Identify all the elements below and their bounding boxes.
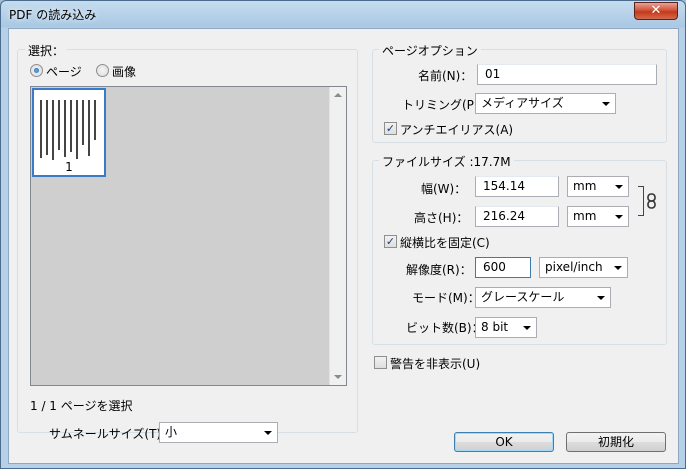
crop-value: メディアサイズ <box>481 96 564 110</box>
thumb-size-value: 小 <box>165 425 178 439</box>
suppress-warnings-label[interactable]: 警告を非表示(U) <box>390 355 480 372</box>
chevron-down-icon <box>614 266 622 270</box>
chevron-down-icon <box>615 185 623 189</box>
scroll-up-icon[interactable] <box>334 93 342 97</box>
name-field[interactable]: 01 <box>477 64 657 85</box>
height-label: 高さ(H)： <box>414 211 469 225</box>
page-thumbnail[interactable]: 1 <box>32 88 106 177</box>
resolution-field[interactable]: 600 <box>475 257 531 278</box>
page-preview <box>38 93 100 160</box>
ok-button[interactable]: OK <box>454 432 554 452</box>
constrain-checkbox[interactable]: ✓ <box>384 235 397 248</box>
crop-select[interactable]: メディアサイズ <box>475 93 616 114</box>
mode-label: モード(M)： <box>412 291 480 305</box>
selection-group-title: 選択： <box>25 42 68 59</box>
thumbnail-list[interactable]: 1 <box>30 86 347 386</box>
reset-button[interactable]: 初期化 <box>566 432 666 452</box>
width-field[interactable]: 154.14 <box>475 176 559 197</box>
chevron-down-icon <box>523 326 531 330</box>
close-button[interactable]: ✕ <box>634 2 678 20</box>
chevron-down-icon <box>264 431 272 435</box>
chevron-down-icon <box>602 102 610 106</box>
width-unit-select[interactable]: mm <box>567 176 629 197</box>
link-icon[interactable] <box>646 193 658 209</box>
image-radio[interactable] <box>96 64 109 77</box>
page-number-label: 1 <box>65 160 73 174</box>
bits-label: ビット数(B)： <box>406 321 484 335</box>
constrain-label[interactable]: 縦横比を固定(C) <box>400 234 490 251</box>
chevron-down-icon <box>597 296 605 300</box>
page-radio[interactable] <box>30 64 43 77</box>
image-radio-label[interactable]: 画像 <box>112 63 136 80</box>
page-options-title: ページオプション <box>379 42 481 59</box>
scroll-down-icon[interactable] <box>334 375 342 379</box>
selection-status: 1 / 1 ページを選択 <box>30 399 133 413</box>
height-field[interactable]: 216.24 <box>475 206 559 227</box>
suppress-warnings-checkbox[interactable] <box>374 356 387 369</box>
antialias-checkbox[interactable]: ✓ <box>384 122 397 135</box>
constrain-bracket <box>638 186 644 216</box>
chevron-down-icon <box>615 215 623 219</box>
thumb-size-label: サムネールサイズ(T)： <box>49 427 174 441</box>
image-size-title: ファイルサイズ :17.7M <box>379 153 514 170</box>
title-bar[interactable]: PDF の読み込み ✕ <box>1 1 685 27</box>
resolution-unit-select[interactable]: pixel/inch <box>539 257 628 278</box>
height-unit-select[interactable]: mm <box>567 206 629 227</box>
bits-value: 8 bit <box>481 320 509 334</box>
thumbnail-scrollbar[interactable] <box>329 87 346 385</box>
width-unit-value: mm <box>573 179 597 193</box>
height-unit-value: mm <box>573 209 597 223</box>
mode-value: グレースケール <box>481 290 565 304</box>
antialias-label[interactable]: アンチエイリアス(A) <box>400 121 513 138</box>
window-title: PDF の読み込み <box>9 8 97 22</box>
resolution-label: 解像度(R)： <box>406 263 472 277</box>
page-radio-label[interactable]: ページ <box>46 63 82 80</box>
dialog-window: PDF の読み込み ✕ 選択： ページ 画像 1 1 / 1 ページを選択 サム… <box>0 0 686 469</box>
mode-select[interactable]: グレースケール <box>475 287 611 308</box>
name-label: 名前(N)： <box>418 69 473 83</box>
width-label: 幅(W)： <box>421 182 467 196</box>
dialog-body: 選択： ページ 画像 1 1 / 1 ページを選択 サムネールサイズ(T)： 小… <box>8 28 679 464</box>
thumb-size-select[interactable]: 小 <box>159 422 278 443</box>
bits-select[interactable]: 8 bit <box>475 317 537 338</box>
resolution-unit-value: pixel/inch <box>545 260 603 274</box>
